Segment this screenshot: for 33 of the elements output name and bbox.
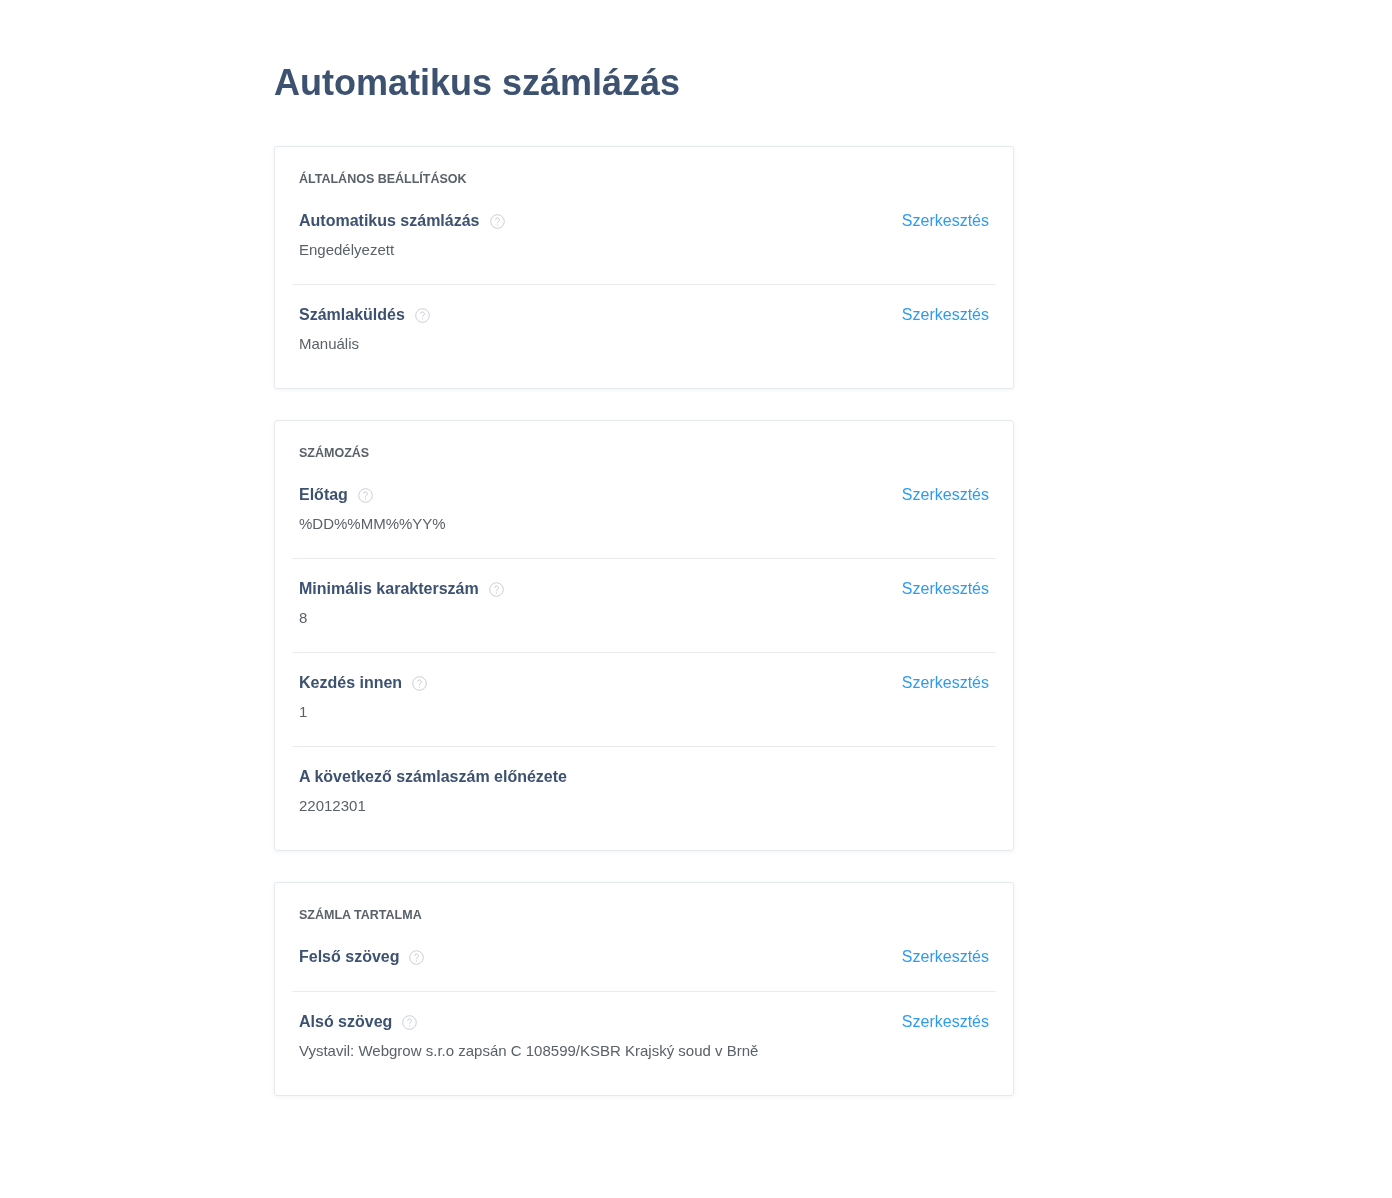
setting-label: Felső szöveg [299, 948, 400, 966]
setting-value: Manuális [299, 334, 361, 354]
setting-label: Kezdés innen [299, 674, 403, 692]
help-icon[interactable] [409, 949, 425, 965]
edit-link[interactable]: Szerkesztés [901, 1010, 989, 1034]
setting-label: Automatikus számlázás [299, 212, 480, 230]
setting-label: Számlaküldés [299, 306, 405, 324]
section-title: ÁLTALÁNOS BEÁLLÍTÁSOK [298, 171, 468, 187]
setting-value: 1 [299, 702, 309, 722]
edit-link[interactable]: Szerkesztés [901, 303, 989, 327]
setting-label: Előtag [299, 486, 348, 504]
setting-label: Minimális karakterszám [299, 580, 479, 598]
setting-value: Vystavil: Webgrow s.r.o zapsán C 108599/KSBR Krajský soud v Brně [299, 1041, 759, 1061]
help-icon[interactable] [489, 213, 505, 229]
edit-link[interactable]: Szerkesztés [901, 671, 989, 695]
edit-link[interactable]: Szerkesztés [901, 209, 989, 233]
setting-value: %DD%%MM%%YY% [299, 514, 446, 534]
page-title: Automatikus számlázás [274, 61, 682, 105]
setting-label: A következő számlaszám előnézete [299, 768, 567, 786]
help-icon[interactable] [488, 581, 504, 597]
edit-link[interactable]: Szerkesztés [901, 945, 989, 969]
help-icon[interactable] [414, 307, 430, 323]
help-icon[interactable] [402, 1014, 418, 1030]
edit-link[interactable]: Szerkesztés [901, 577, 989, 601]
setting-value: Engedélyezett [299, 240, 396, 260]
section-title: SZÁMOZÁS [298, 445, 371, 461]
setting-value: 8 [299, 608, 309, 628]
help-icon[interactable] [357, 487, 373, 503]
setting-value: 22012301 [299, 796, 367, 816]
help-icon[interactable] [412, 675, 428, 691]
section-title: SZÁMLA TARTALMA [298, 907, 423, 923]
setting-label: Alsó szöveg [299, 1013, 393, 1031]
edit-link[interactable]: Szerkesztés [901, 483, 989, 507]
